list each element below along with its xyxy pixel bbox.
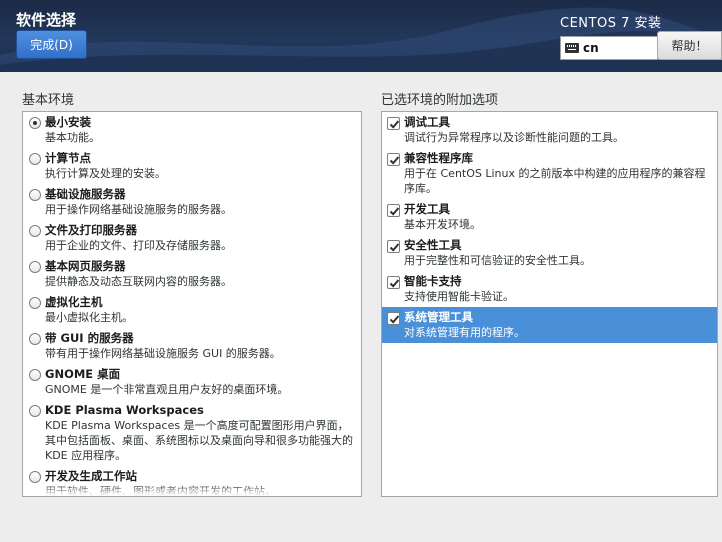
environment-option[interactable]: 计算节点执行计算及处理的安装。: [23, 148, 361, 184]
environment-option[interactable]: KDE Plasma Workspaces KDE Plasma Workspac…: [23, 400, 361, 466]
addon-description: 调试行为异常程序以及诊断性能问题的工具。: [404, 131, 624, 144]
addon-description: 用于在 CentOS Linux 的之前版本中构建的应用程序的兼容程序库。: [404, 167, 706, 195]
addon-name: 兼容性程序库: [404, 151, 473, 165]
addon-description: 支持使用智能卡验证。: [404, 290, 514, 303]
addon-option[interactable]: 系统管理工具对系统管理有用的程序。: [382, 307, 717, 343]
page-title: 软件选择: [16, 11, 77, 29]
environment-name: 虚拟化主机: [45, 295, 103, 309]
radio-button[interactable]: [29, 369, 41, 381]
environment-description: 基本功能。: [45, 131, 100, 144]
radio-button[interactable]: [29, 225, 41, 237]
environment-option[interactable]: 带 GUI 的服务器带有用于操作网络基础设施服务 GUI 的服务器。: [23, 328, 361, 364]
checkmark-icon: [389, 207, 400, 216]
environment-name: GNOME 桌面: [45, 367, 121, 381]
environment-name: 最小安装: [45, 115, 91, 129]
addon-name: 系统管理工具: [404, 310, 473, 324]
radio-button[interactable]: [29, 471, 41, 483]
environment-option[interactable]: 基本网页服务器提供静态及动态互联网内容的服务器。: [23, 256, 361, 292]
addon-option[interactable]: 调试工具调试行为异常程序以及诊断性能问题的工具。: [382, 112, 717, 148]
list-scroll-fade: [23, 484, 361, 496]
environment-name: 基础设施服务器: [45, 187, 126, 201]
keyboard-layout-label: cn: [583, 41, 599, 55]
radio-button[interactable]: [29, 405, 41, 417]
environment-option[interactable]: 基础设施服务器用于操作网络基础设施服务的服务器。: [23, 184, 361, 220]
environment-description: GNOME 是一个非常直观且用户友好的桌面环境。: [45, 383, 289, 396]
radio-button[interactable]: [29, 117, 41, 129]
environment-name: 基本网页服务器: [45, 259, 126, 273]
addon-description: 对系统管理有用的程序。: [404, 326, 525, 339]
addon-option[interactable]: 开发工具基本开发环境。: [382, 199, 717, 235]
environment-description: 用于企业的文件、打印及存储服务器。: [45, 239, 232, 252]
radio-button[interactable]: [29, 333, 41, 345]
environment-name: 带 GUI 的服务器: [45, 331, 134, 345]
addon-name: 智能卡支持: [404, 274, 462, 288]
addon-description: 基本开发环境。: [404, 218, 481, 231]
environment-option[interactable]: 最小安装 基本功能。: [23, 112, 361, 148]
checkbox[interactable]: [387, 153, 400, 166]
environment-option[interactable]: 文件及打印服务器用于企业的文件、打印及存储服务器。: [23, 220, 361, 256]
base-environment-label: 基本环境: [22, 93, 75, 108]
addon-name: 安全性工具: [404, 238, 462, 252]
checkmark-icon: [389, 120, 400, 129]
environment-description: 执行计算及处理的安装。: [45, 167, 166, 180]
environment-name: 文件及打印服务器: [45, 223, 137, 237]
environment-option[interactable]: 虚拟化主机最小虚拟化主机。: [23, 292, 361, 328]
environment-description: KDE Plasma Workspaces 是一个高度可配置图形用户界面，其中包…: [45, 419, 353, 462]
keyboard-icon: [565, 43, 579, 53]
environment-description: 提供静态及动态互联网内容的服务器。: [45, 275, 232, 288]
base-environment-list: 最小安装基本功能。计算节点执行计算及处理的安装。 基础设施服务器用于操作网络基础设…: [22, 111, 362, 497]
environment-description: 带有用于操作网络基础设施服务 GUI 的服务器。: [45, 347, 281, 360]
radio-button[interactable]: [29, 153, 41, 165]
environment-name: KDE Plasma Workspaces: [45, 403, 204, 417]
checkmark-icon: [389, 156, 400, 165]
keyboard-layout-indicator[interactable]: cn: [560, 36, 658, 60]
checkbox[interactable]: [387, 204, 400, 217]
checkmark-icon: [389, 315, 400, 324]
environment-description: 最小虚拟化主机。: [45, 311, 133, 324]
checkmark-icon: [389, 243, 400, 252]
environment-description: 用于操作网络基础设施服务的服务器。: [45, 203, 232, 216]
checkbox[interactable]: [387, 276, 400, 289]
addon-option[interactable]: 安全性工具用于完整性和可信验证的安全性工具。: [382, 235, 717, 271]
checkbox[interactable]: [387, 240, 400, 253]
checkbox[interactable]: [387, 117, 400, 130]
addon-option[interactable]: 兼容性程序库用于在 CentOS Linux 的之前版本中构建的应用程序的兼容程…: [382, 148, 717, 199]
radio-button[interactable]: [29, 297, 41, 309]
environment-name: 开发及生成工作站: [45, 469, 137, 483]
help-button[interactable]: 帮助！: [657, 31, 722, 60]
checkbox[interactable]: [387, 312, 400, 325]
environment-option[interactable]: GNOME 桌面 GNOME 是一个非常直观且用户友好的桌面环境。: [23, 364, 361, 400]
radio-button[interactable]: [29, 189, 41, 201]
product-title: CENTOS 7 安装: [560, 16, 662, 31]
addon-name: 开发工具: [404, 202, 450, 216]
addons-label: 已选环境的附加选项: [381, 93, 499, 108]
environment-name: 计算节点: [45, 151, 91, 165]
done-button[interactable]: 完成(D): [16, 30, 87, 59]
radio-button[interactable]: [29, 261, 41, 273]
header-bar: 软件选择 完成(D) CENTOS 7 安装 cn 帮助！: [0, 0, 722, 72]
checkmark-icon: [389, 279, 400, 288]
addon-option[interactable]: 智能卡支持支持使用智能卡验证。: [382, 271, 717, 307]
addons-list: 调试工具调试行为异常程序以及诊断性能问题的工具。 兼容性程序库用于在 CentOS…: [381, 111, 718, 497]
addon-description: 用于完整性和可信验证的安全性工具。: [404, 254, 591, 267]
addon-name: 调试工具: [404, 115, 450, 129]
